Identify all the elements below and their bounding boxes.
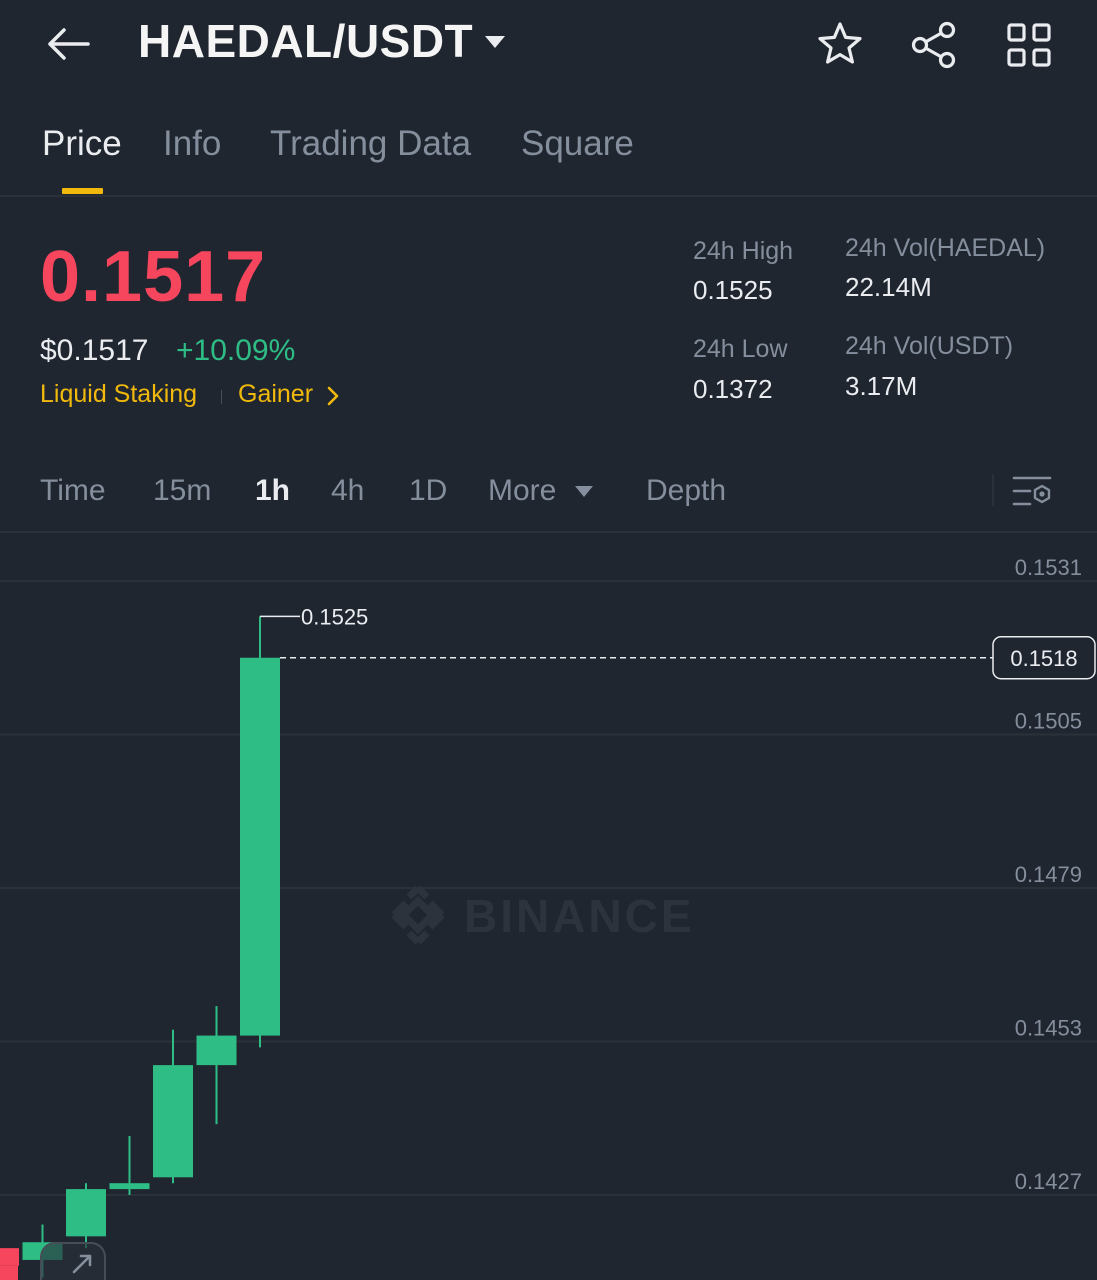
back-arrow-icon[interactable] — [40, 20, 96, 68]
candle-body — [196, 1035, 237, 1066]
candle-body — [240, 657, 280, 1036]
candle[interactable] — [240, 616, 280, 1048]
tf-more[interactable]: More — [488, 474, 556, 508]
vol-quote-value: 3.17M — [845, 371, 918, 401]
tab-trading-data[interactable]: Trading Data — [270, 124, 471, 164]
share-icon[interactable] — [908, 18, 962, 72]
tag-gainer[interactable]: Gainer — [238, 380, 313, 409]
y-axis-tick: 0.1453 — [1015, 1016, 1082, 1041]
candle[interactable] — [109, 1135, 150, 1195]
tf-1h[interactable]: 1h — [255, 474, 290, 508]
candle-body — [66, 1189, 106, 1237]
vol-quote-label: 24h Vol(USDT) — [845, 332, 1014, 360]
caret-down-icon[interactable] — [485, 36, 505, 48]
tabs-divider — [0, 195, 1097, 197]
high-24h-label: 24h High — [693, 237, 794, 265]
tf-1d[interactable]: 1D — [409, 474, 447, 508]
pair-title[interactable]: HAEDAL/USDT — [138, 14, 473, 68]
grid-icon[interactable] — [1002, 18, 1056, 72]
vol-base-value: 22.14M — [845, 272, 932, 302]
candle[interactable] — [66, 1183, 106, 1249]
high-24h-value: 0.1525 — [693, 275, 773, 305]
vol-base-label: 24h Vol(HAEDAL) — [845, 234, 1046, 262]
tf-time[interactable]: Time — [40, 474, 106, 508]
candle-body — [0, 1248, 19, 1266]
high-marker-label: 0.1525 — [301, 604, 368, 629]
candle-body — [153, 1065, 193, 1178]
y-axis-tick: 0.1479 — [1015, 862, 1082, 887]
watermark-text: BINANCE — [464, 890, 695, 942]
candle[interactable] — [153, 1029, 193, 1184]
candlestick-chart[interactable]: 0.1531 0.1505 0.1479 0.1453 0.1427 BINANCE 0… — [0, 533, 1097, 1280]
price-change-percent: +10.09% — [176, 334, 296, 367]
last-price: 0.1517 — [40, 237, 267, 317]
tf-15m[interactable]: 15m — [153, 474, 211, 508]
binance-watermark: BINANCE — [391, 885, 695, 945]
star-icon[interactable] — [813, 18, 867, 72]
low-24h-value: 0.1372 — [693, 374, 773, 404]
y-axis-tick: 0.1531 — [1015, 555, 1082, 580]
y-axis-tick: 0.1505 — [1015, 709, 1082, 734]
tf-4h[interactable]: 4h — [331, 474, 364, 508]
candle-body — [109, 1183, 150, 1190]
y-axis-tick: 0.1427 — [1015, 1169, 1082, 1194]
chart-settings-icon[interactable] — [1010, 470, 1056, 512]
active-tab-indicator — [62, 188, 103, 194]
timeframe-separator — [992, 474, 994, 506]
candle[interactable] — [196, 1006, 237, 1125]
more-caret-icon[interactable] — [575, 486, 593, 497]
tag-liquid-staking[interactable]: Liquid Staking — [40, 380, 197, 409]
current-price-label: 0.1518 — [1010, 646, 1077, 671]
expand-chart-icon[interactable] — [40, 1242, 106, 1280]
low-24h-label: 24h Low — [693, 335, 788, 363]
tf-depth[interactable]: Depth — [646, 474, 726, 508]
tab-info[interactable]: Info — [163, 124, 221, 164]
chevron-right-icon[interactable] — [325, 385, 341, 407]
candle-body[interactable] — [0, 1265, 18, 1280]
tab-price[interactable]: Price — [42, 124, 122, 164]
usd-price: $0.1517 — [40, 334, 149, 367]
tab-square[interactable]: Square — [521, 124, 634, 164]
tag-separator — [221, 390, 222, 404]
